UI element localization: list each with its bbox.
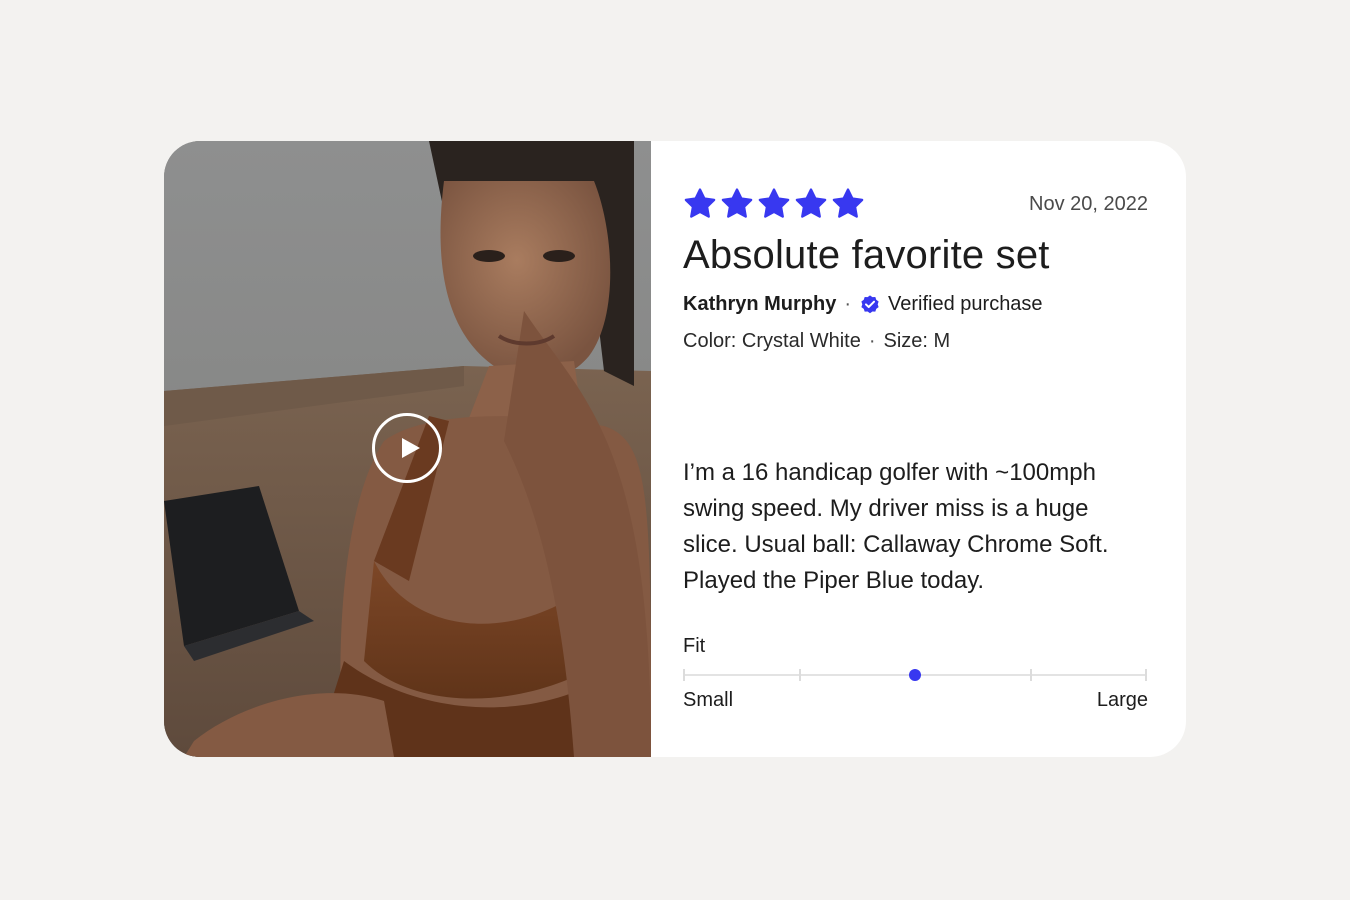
star-icon	[684, 188, 716, 218]
verified-purchase-label: Verified purchase	[888, 293, 1043, 315]
fit-scale-tick	[1145, 669, 1147, 681]
star-rating	[683, 187, 865, 221]
variant-separator: ·	[868, 330, 876, 352]
star-icon	[721, 188, 753, 218]
size-label: Size: M	[883, 330, 951, 352]
review-media[interactable]	[164, 141, 651, 757]
author-name: Kathryn Murphy	[683, 293, 837, 315]
fit-indicator	[909, 669, 921, 681]
review-title: Absolute favorite set	[683, 233, 1050, 277]
fit-min-label: Small	[683, 689, 734, 711]
variant-info: Color: Crystal White · Size: M	[683, 330, 950, 353]
play-button[interactable]	[372, 413, 442, 483]
fit-scale-tick	[798, 669, 801, 681]
review-card: Nov 20, 2022 Absolute favorite set Kathr…	[164, 141, 1186, 757]
review-date: Nov 20, 2022	[1029, 193, 1148, 215]
fit-label: Fit	[683, 635, 706, 657]
review-byline: Kathryn Murphy · Verified purchase	[683, 293, 1043, 316]
color-label: Color: Crystal White	[683, 330, 861, 352]
star-icon	[795, 188, 827, 218]
byline-separator: ·	[844, 293, 852, 315]
verified-badge-icon	[861, 294, 879, 313]
star-icon	[758, 188, 790, 218]
fit-scale	[683, 669, 1147, 681]
play-icon	[402, 438, 420, 458]
fit-scale-tick	[683, 669, 685, 681]
fit-max-label: Large	[1096, 689, 1148, 711]
review-body: I’m a 16 handicap golfer with ~100mph sw…	[683, 459, 1109, 594]
review-content: Nov 20, 2022 Absolute favorite set Kathr…	[651, 141, 1186, 757]
star-icon	[832, 188, 864, 218]
fit-scale-tick	[1029, 669, 1032, 681]
